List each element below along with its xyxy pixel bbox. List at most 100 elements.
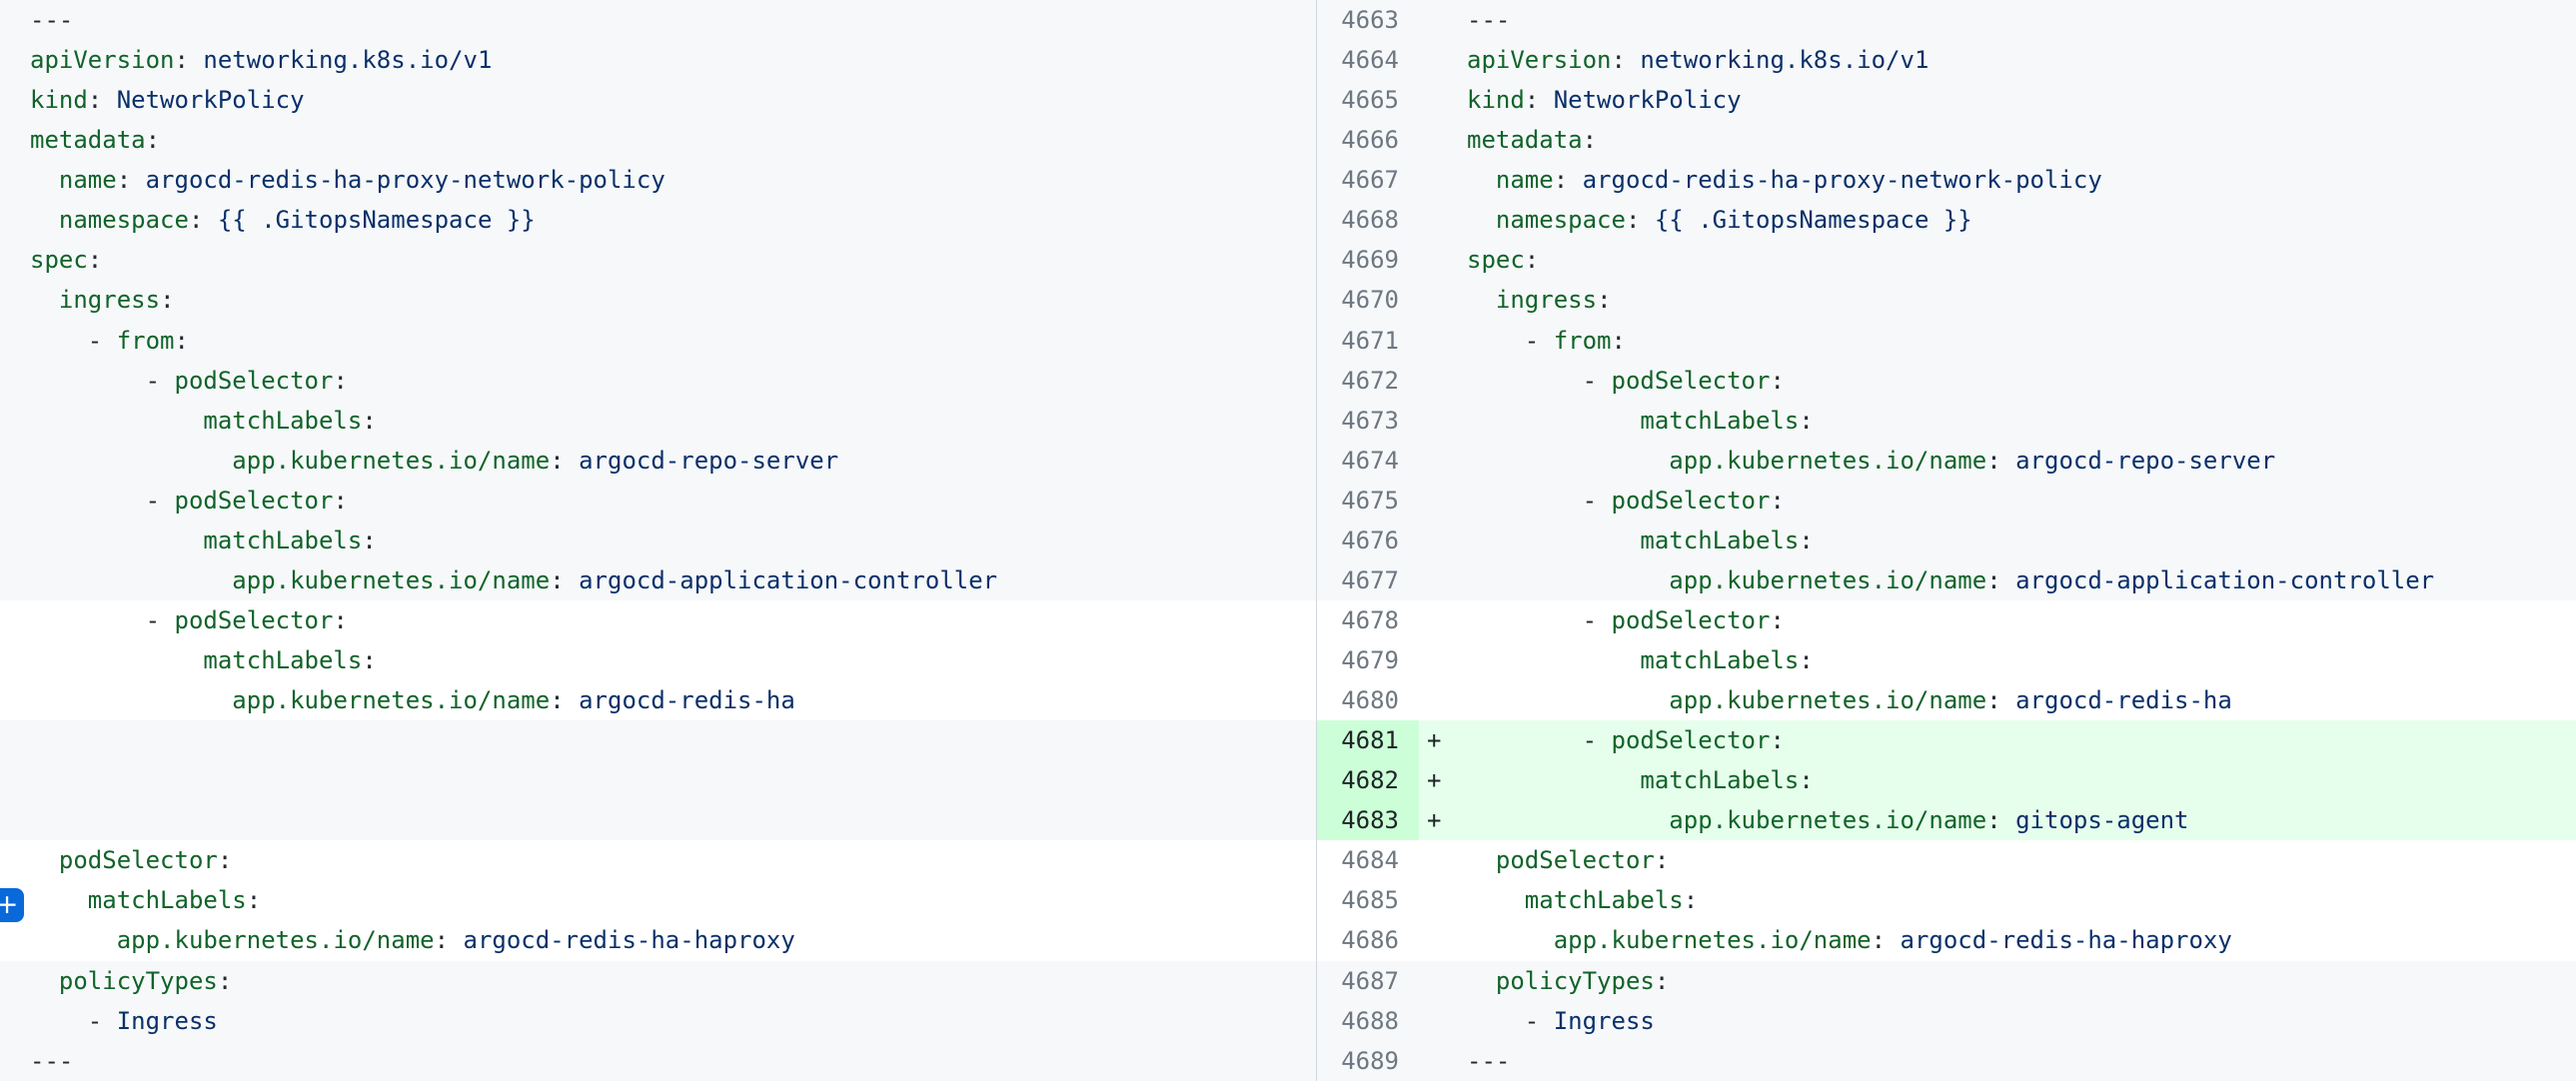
- code-text: metadata:: [1467, 126, 1597, 154]
- line-number[interactable]: 4664: [1316, 40, 1419, 80]
- table-row: matchLabels: 4679 matchLabels:: [0, 640, 2576, 680]
- add-comment-button[interactable]: +: [0, 888, 24, 922]
- line-number[interactable]: 4677: [1316, 560, 1419, 600]
- code-text: namespace: {{ .GitopsNamespace }}: [30, 206, 536, 234]
- line-number[interactable]: 4674: [1316, 441, 1419, 481]
- diff-line-right: ---: [1419, 0, 2576, 40]
- added-line-marker: +: [1427, 760, 1441, 800]
- line-number[interactable]: 4680: [1316, 680, 1419, 720]
- line-number[interactable]: 4669: [1316, 240, 1419, 280]
- code-text: matchLabels:: [1467, 527, 1814, 554]
- table-row: 4683+ app.kubernetes.io/name: gitops-age…: [0, 800, 2576, 840]
- diff-line-right: metadata:: [1419, 120, 2576, 160]
- table-row: metadata: 4666 metadata:: [0, 120, 2576, 160]
- diff-line-right: app.kubernetes.io/name: argocd-repo-serv…: [1419, 441, 2576, 481]
- line-number[interactable]: 4688: [1316, 1001, 1419, 1041]
- split-diff-view: --- 4663 --- apiVersion: networking.k8s.io/…: [0, 0, 2576, 1081]
- line-number[interactable]: 4687: [1316, 961, 1419, 1001]
- diff-line-left: - podSelector:: [0, 361, 1316, 401]
- line-number[interactable]: 4683: [1316, 800, 1419, 840]
- code-text: matchLabels:: [30, 886, 261, 914]
- diff-line-right: matchLabels:: [1419, 521, 2576, 560]
- line-number[interactable]: 4676: [1316, 521, 1419, 560]
- diff-line-right: + app.kubernetes.io/name: gitops-agent: [1419, 800, 2576, 840]
- code-text: namespace: {{ .GitopsNamespace }}: [1467, 206, 1972, 234]
- diff-line-right: policyTypes:: [1419, 961, 2576, 1001]
- table-row: ---4689---: [0, 1041, 2576, 1081]
- diff-line-right: - Ingress: [1419, 1001, 2576, 1041]
- diff-line-left: matchLabels:: [0, 401, 1316, 441]
- code-text: app.kubernetes.io/name: argocd-redis-ha: [30, 686, 795, 714]
- line-number[interactable]: 4686: [1316, 920, 1419, 960]
- table-row: - Ingress 4688 - Ingress: [0, 1001, 2576, 1041]
- code-text: - podSelector:: [1467, 726, 1785, 754]
- line-number[interactable]: 4689: [1316, 1041, 1419, 1081]
- diff-line-right: matchLabels:: [1419, 401, 2576, 441]
- code-text: - podSelector:: [1467, 367, 1785, 395]
- code-text: ingress:: [1467, 286, 1612, 314]
- line-number[interactable]: 4682: [1316, 760, 1419, 800]
- diff-line-left: name: argocd-redis-ha-proxy-network-poli…: [0, 160, 1316, 200]
- diff-table: --- 4663 --- apiVersion: networking.k8s.io/…: [0, 0, 2576, 1081]
- diff-line-right: - from:: [1419, 321, 2576, 361]
- diff-line-right: ---: [1419, 1041, 2576, 1081]
- diff-line-left: matchLabels:: [0, 521, 1316, 560]
- diff-line-left: ingress:: [0, 280, 1316, 320]
- table-row: namespace: {{ .GitopsNamespace }} 4668 na…: [0, 200, 2576, 240]
- diff-line-left: podSelector:: [0, 840, 1316, 880]
- line-number[interactable]: 4678: [1316, 600, 1419, 640]
- table-row: kind: NetworkPolicy4665kind: NetworkPoli…: [0, 80, 2576, 120]
- diff-line-right: spec:: [1419, 240, 2576, 280]
- table-row: - from:4671 - from:: [0, 321, 2576, 361]
- code-text: app.kubernetes.io/name: argocd-repo-serv…: [1467, 447, 2275, 475]
- code-text: app.kubernetes.io/name: gitops-agent: [1467, 806, 2188, 834]
- table-row: spec:4669spec:: [0, 240, 2576, 280]
- diff-line-left: metadata:: [0, 120, 1316, 160]
- code-text: app.kubernetes.io/name: argocd-redis-ha: [1467, 686, 2232, 714]
- line-number[interactable]: 4684: [1316, 840, 1419, 880]
- line-number[interactable]: 4679: [1316, 640, 1419, 680]
- table-row: 4682+ matchLabels:: [0, 760, 2576, 800]
- code-text: name: argocd-redis-ha-proxy-network-poli…: [1467, 166, 2102, 194]
- diff-line-left: - Ingress: [0, 1001, 1316, 1041]
- code-text: spec:: [30, 246, 102, 274]
- line-number[interactable]: 4675: [1316, 481, 1419, 521]
- table-row: ingress:4670 ingress:: [0, 280, 2576, 320]
- code-text: - Ingress: [30, 1007, 218, 1035]
- line-number[interactable]: 4672: [1316, 361, 1419, 401]
- line-number[interactable]: 4663: [1316, 0, 1419, 40]
- diff-line-left-empty: [0, 800, 1316, 840]
- diff-line-left: apiVersion: networking.k8s.io/v1: [0, 40, 1316, 80]
- code-text: matchLabels:: [1467, 886, 1698, 914]
- line-number[interactable]: 4668: [1316, 200, 1419, 240]
- code-text: apiVersion: networking.k8s.io/v1: [30, 46, 492, 74]
- code-text: matchLabels:: [30, 646, 377, 674]
- diff-line-left: app.kubernetes.io/name: argocd-applicati…: [0, 560, 1316, 600]
- line-number[interactable]: 4666: [1316, 120, 1419, 160]
- line-number[interactable]: 4685: [1316, 880, 1419, 920]
- diff-line-left: - podSelector:: [0, 481, 1316, 521]
- line-number[interactable]: 4681: [1316, 720, 1419, 760]
- code-text: - podSelector:: [30, 367, 348, 395]
- diff-line-left: matchLabels:: [0, 880, 1316, 920]
- code-text: matchLabels:: [1467, 407, 1814, 435]
- table-row: policyTypes:4687 policyTypes:: [0, 961, 2576, 1001]
- code-text: matchLabels:: [30, 527, 377, 554]
- line-number[interactable]: 4673: [1316, 401, 1419, 441]
- table-row: matchLabels:4673 matchLabels:: [0, 401, 2576, 441]
- code-text: ---: [1467, 6, 1510, 34]
- code-text: matchLabels:: [1467, 766, 1814, 794]
- line-number[interactable]: 4671: [1316, 321, 1419, 361]
- code-text: matchLabels:: [1467, 646, 1814, 674]
- diff-line-right: app.kubernetes.io/name: argocd-applicati…: [1419, 560, 2576, 600]
- code-text: - podSelector:: [30, 487, 348, 515]
- code-text: - Ingress: [1467, 1007, 1655, 1035]
- line-number[interactable]: 4670: [1316, 280, 1419, 320]
- diff-line-left: matchLabels:: [0, 640, 1316, 680]
- diff-line-right: ingress:: [1419, 280, 2576, 320]
- code-text: metadata:: [30, 126, 160, 154]
- line-number[interactable]: 4667: [1316, 160, 1419, 200]
- code-text: ---: [30, 1047, 73, 1075]
- line-number[interactable]: 4665: [1316, 80, 1419, 120]
- code-text: app.kubernetes.io/name: argocd-redis-ha-…: [1467, 926, 2232, 954]
